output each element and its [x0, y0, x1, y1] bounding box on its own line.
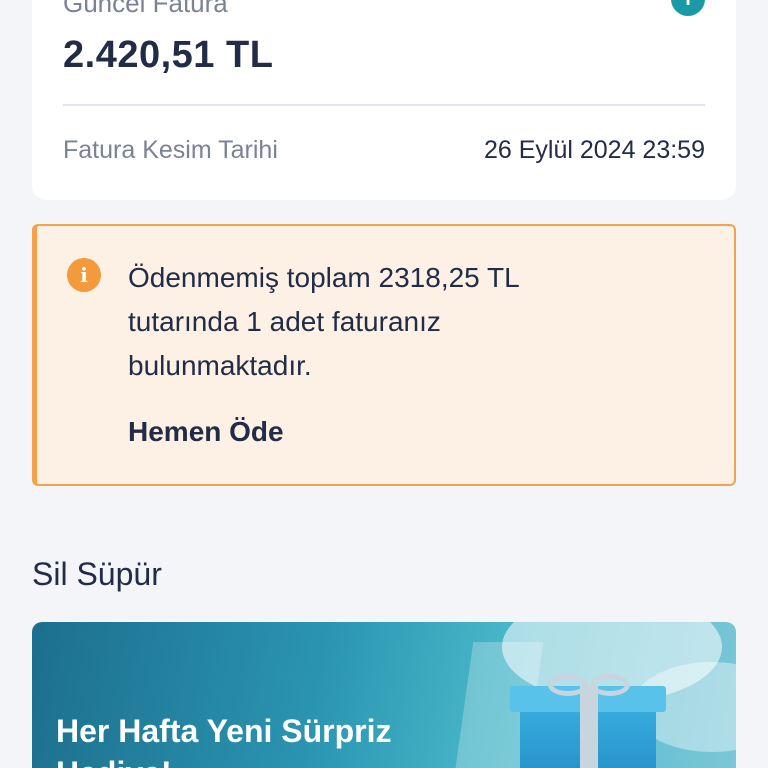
cut-date-value: 26 Eylül 2024 23:59	[483, 136, 705, 164]
gift-bow	[590, 674, 630, 696]
invoice-amount: 2.420,51 TL	[63, 34, 274, 76]
warning-message: Ödenmemiş toplam 2318,25 TL tutarında 1 …	[128, 262, 519, 381]
unpaid-warning: i Ödenmemiş toplam 2318,25 TL tutarında …	[32, 224, 736, 486]
banner-title: Her Hafta Yeni Sürpriz Hediye!	[56, 713, 392, 768]
invoice-card: Güncel Fatura i 2.420,51 TL Fatura Kesim…	[32, 0, 736, 200]
promo-banner[interactable]: Her Hafta Yeni Sürpriz Hediye!	[32, 622, 736, 768]
divider	[63, 104, 705, 106]
page: Güncel Fatura i 2.420,51 TL Fatura Kesim…	[0, 0, 768, 768]
gift-ribbon	[580, 686, 598, 768]
invoice-label: Güncel Fatura	[63, 0, 228, 18]
gift-bow	[548, 674, 588, 696]
cut-date-label: Fatura Kesim Tarihi	[63, 136, 278, 164]
info-icon[interactable]: i	[671, 0, 705, 16]
pay-now-button[interactable]: Hemen Öde	[128, 416, 284, 448]
warning-info-icon: i	[67, 258, 101, 292]
section-title: Sil Süpür	[32, 556, 162, 592]
